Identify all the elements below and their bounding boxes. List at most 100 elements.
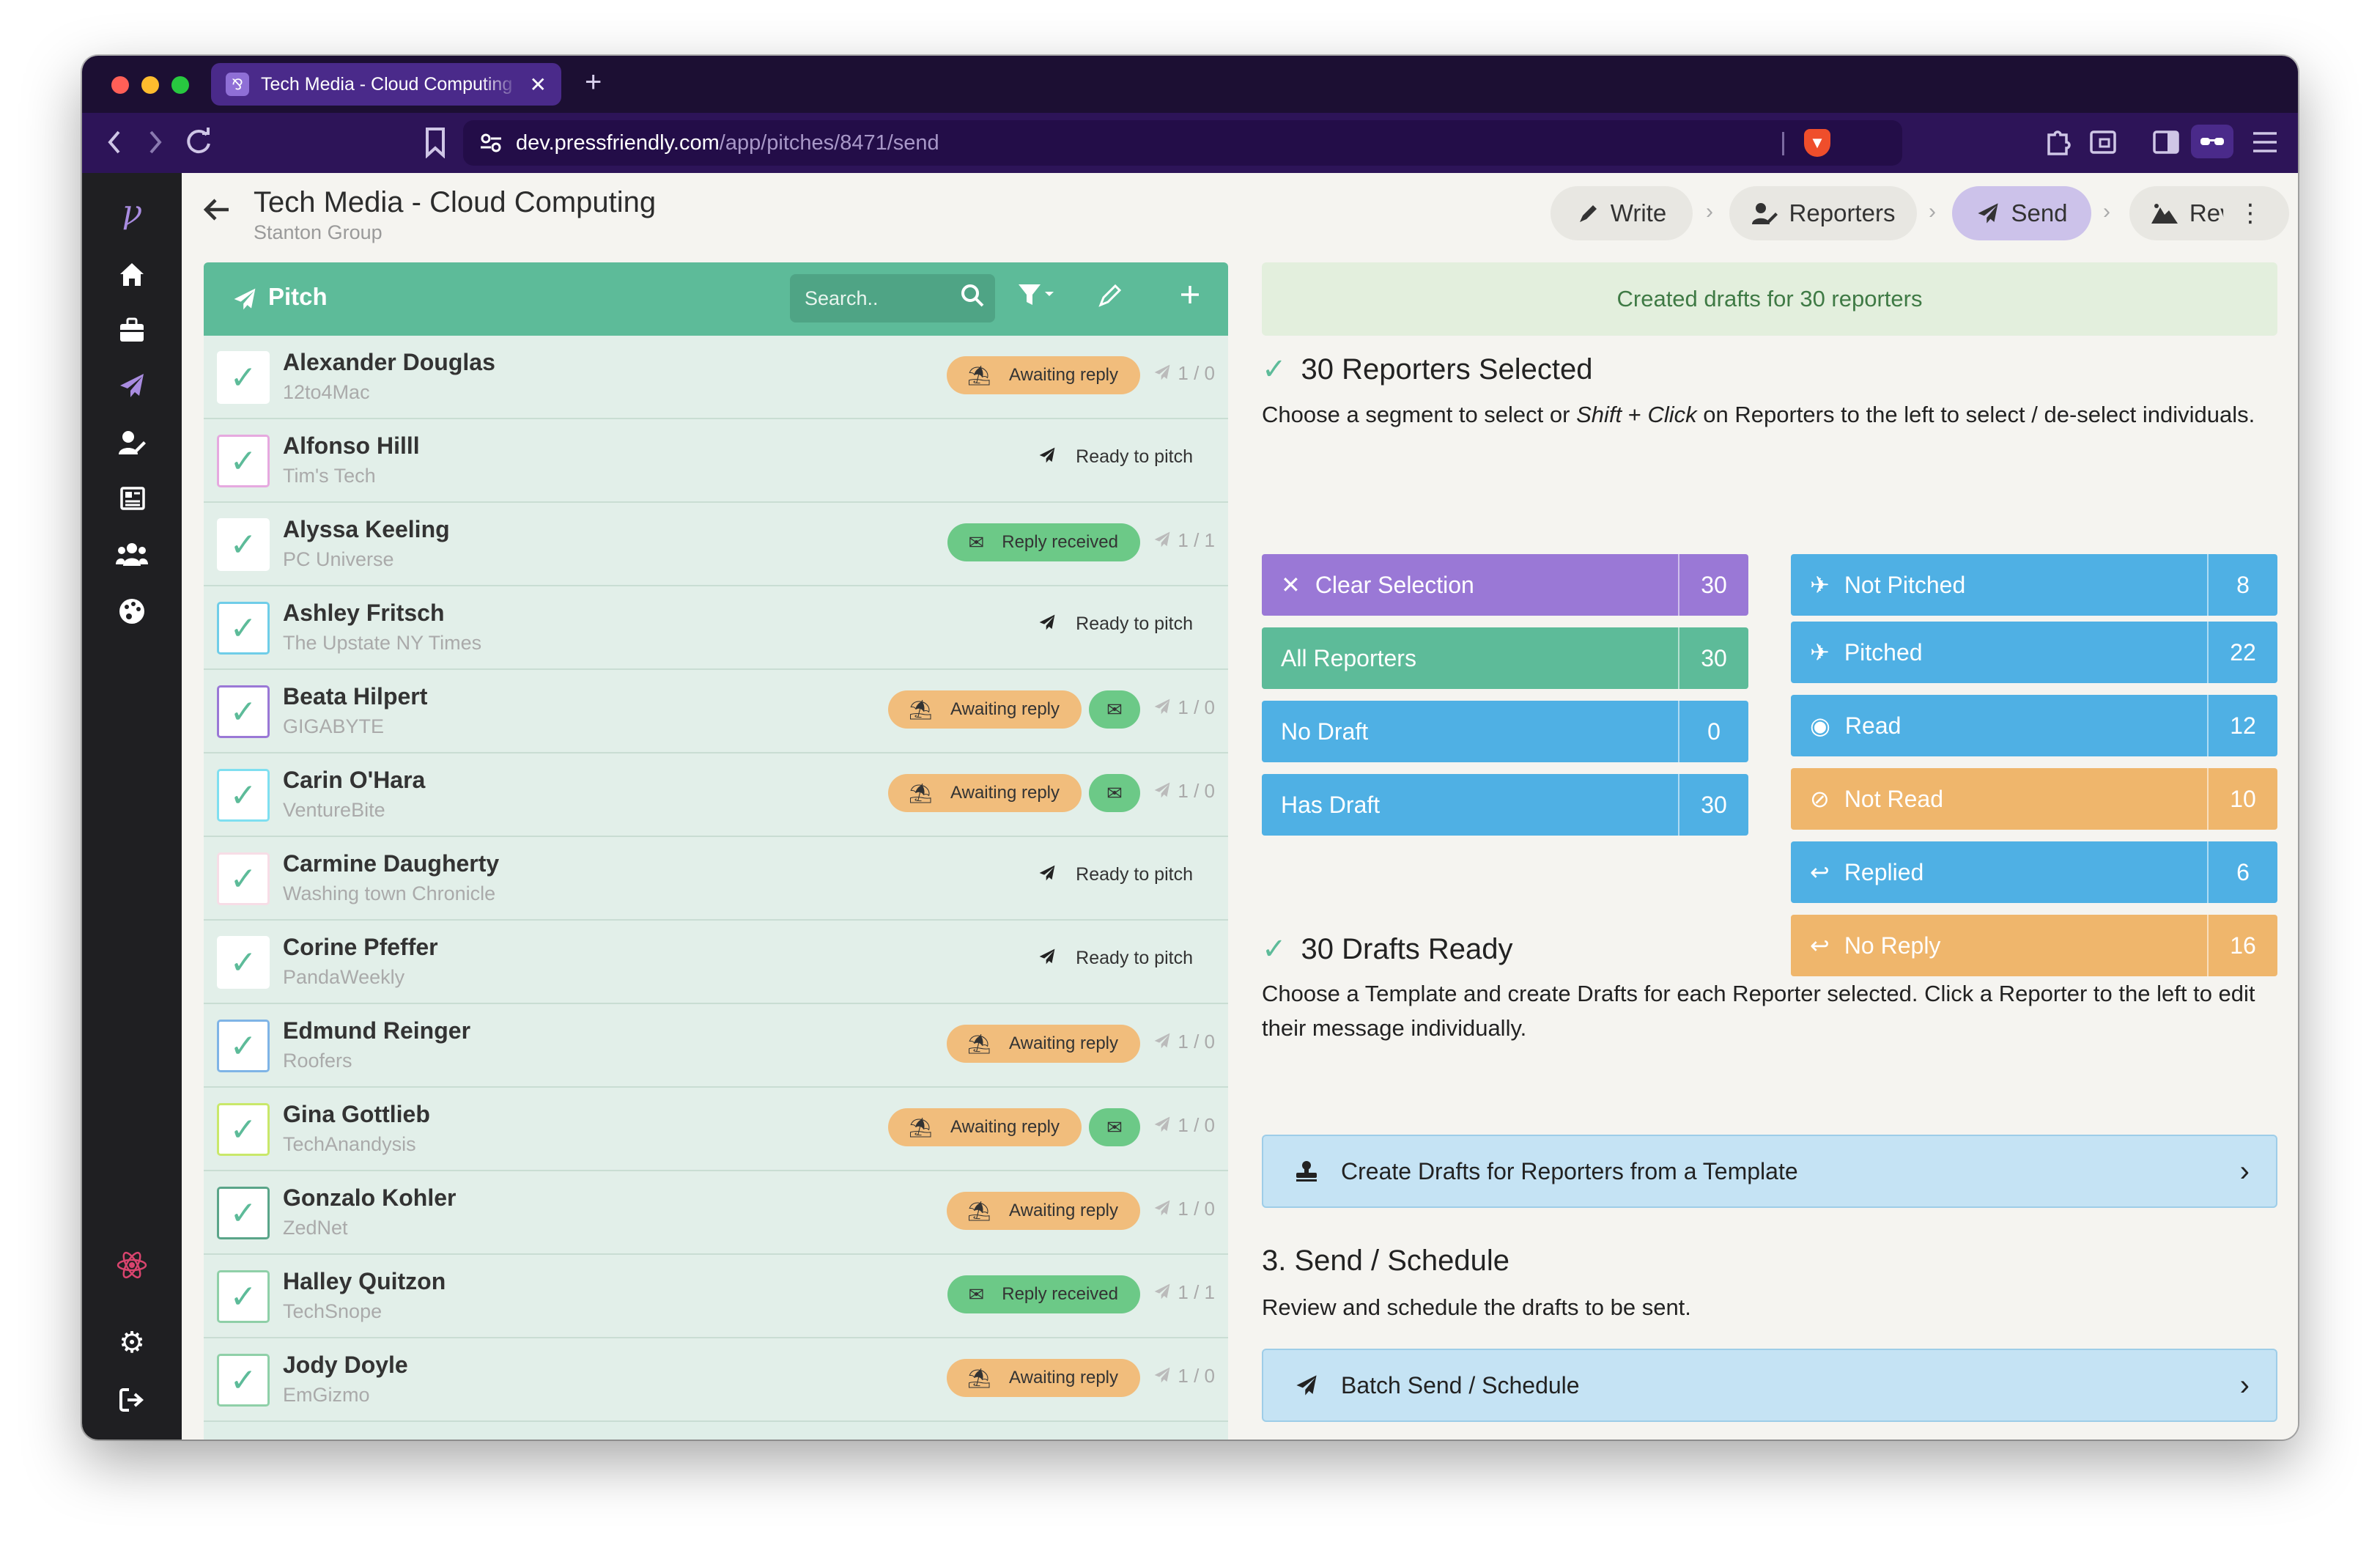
reporter-row[interactable]: ✓ Gina Gottlieb TechAnandysis ⛱ Awaiting rep… bbox=[204, 1088, 1228, 1171]
step-write[interactable]: Write bbox=[1551, 186, 1693, 240]
address-bar[interactable]: dev.pressfriendly.com/app/pitches/8471/s… bbox=[463, 120, 1902, 166]
logout-icon[interactable] bbox=[117, 1385, 147, 1415]
new-tab-button[interactable]: + bbox=[585, 67, 602, 97]
row-checkbox[interactable]: ✓ bbox=[217, 518, 270, 571]
status-text: Awaiting reply bbox=[950, 699, 1060, 719]
row-checkbox[interactable]: ✓ bbox=[217, 1187, 270, 1239]
logo-icon[interactable]: ꝩ bbox=[82, 196, 182, 229]
row-checkbox[interactable]: ✓ bbox=[217, 435, 270, 487]
paper-plane-icon bbox=[1153, 1116, 1172, 1138]
wallet-icon[interactable] bbox=[2088, 128, 2118, 157]
reporter-row[interactable]: ✓ Beata Hilpert GIGABYTE ⛱ Awaiting reply ✉ 1 … bbox=[204, 670, 1228, 753]
search-input[interactable]: Search.. bbox=[790, 274, 995, 322]
tab-close-icon[interactable]: ✕ bbox=[530, 73, 547, 97]
umbrella-beach-icon: ⛱ bbox=[909, 698, 934, 720]
brave-shield-icon[interactable]: ▼ bbox=[1804, 129, 1830, 157]
reporter-row[interactable]: ✓ Carin O'Hara VentureBite ⛱ Awaiting reply ✉… bbox=[204, 753, 1228, 837]
users-icon[interactable] bbox=[116, 539, 148, 569]
kebab-menu-icon[interactable]: ⋮ bbox=[2223, 186, 2277, 240]
segment-all-reporters[interactable]: All Reporters 30 bbox=[1262, 627, 1748, 689]
site-settings-icon[interactable] bbox=[479, 133, 503, 153]
row-checkbox[interactable]: ✓ bbox=[217, 852, 270, 905]
segment-not-read[interactable]: ⊘ Not Read 10 bbox=[1791, 768, 2277, 830]
segment-not-pitched[interactable]: ✈ Not Pitched 8 bbox=[1791, 554, 2277, 616]
row-checkbox[interactable]: ✓ bbox=[217, 1354, 270, 1407]
step-reporters[interactable]: Reporters bbox=[1729, 186, 1917, 240]
row-checkbox[interactable]: ✓ bbox=[217, 769, 270, 822]
pitch-count-text: 1 / 0 bbox=[1178, 1031, 1215, 1053]
segment-label: Not Read bbox=[1844, 785, 1943, 812]
segment-no-reply[interactable]: ↩ No Reply 16 bbox=[1791, 915, 2277, 976]
pen-icon[interactable] bbox=[1098, 281, 1124, 308]
search-icon[interactable] bbox=[960, 283, 985, 308]
selected-text-click: Click bbox=[1647, 402, 1697, 427]
selected-text-shift: Shift bbox=[1576, 402, 1622, 427]
reload-icon[interactable] bbox=[183, 126, 214, 157]
reporter-row[interactable]: ✓ Alyssa Keeling PC Universe ✉ Reply receive… bbox=[204, 503, 1228, 586]
forward-nav-icon[interactable] bbox=[145, 128, 166, 157]
url-text: dev.pressfriendly.com/app/pitches/8471/s… bbox=[516, 131, 939, 155]
segment-clear-selection[interactable]: ✕ Clear Selection 30 bbox=[1262, 554, 1748, 616]
segment-replied[interactable]: ↩ Replied 6 bbox=[1791, 841, 2277, 903]
step-reporters-label: Reporters bbox=[1789, 199, 1896, 226]
maximize-window-button[interactable] bbox=[171, 76, 189, 94]
newspaper-icon[interactable] bbox=[117, 484, 147, 513]
browser-tab[interactable]: ⅋ Tech Media - Cloud Computing ✕ bbox=[211, 63, 561, 106]
row-checkbox[interactable]: ✓ bbox=[217, 1020, 270, 1072]
reporter-row[interactable]: ✓ Gonzalo Kohler ZedNet ⛱ Awaiting reply 1 / … bbox=[204, 1171, 1228, 1255]
bookmark-icon[interactable] bbox=[424, 126, 447, 158]
section-send-heading: 3. Send / Schedule bbox=[1262, 1245, 1510, 1277]
reporter-row[interactable]: ✓ Alexander Douglas 12to4Mac ⛱ Awaiting repl… bbox=[204, 336, 1228, 419]
step-send[interactable]: Send bbox=[1952, 186, 2091, 240]
app-main: Tech Media - Cloud Computing Stanton Gro… bbox=[182, 173, 2298, 1440]
add-icon[interactable] bbox=[1177, 281, 1203, 308]
back-arrow-icon[interactable] bbox=[202, 195, 232, 224]
paper-plane-icon[interactable] bbox=[117, 371, 147, 400]
segment-icon: ↩ bbox=[1810, 859, 1830, 885]
sidebar-toggle-icon[interactable] bbox=[2151, 128, 2181, 157]
reporter-row[interactable]: ✓ Alfonso Hilll Tim's Tech Ready to pitch bbox=[204, 419, 1228, 503]
profile-glasses-icon[interactable] bbox=[2191, 125, 2233, 158]
segment-count: 22 bbox=[2207, 622, 2277, 683]
selected-text-1: Choose a segment to select or bbox=[1262, 402, 1577, 427]
row-checkbox[interactable]: ✓ bbox=[217, 1270, 270, 1323]
pitch-count-text: 1 / 0 bbox=[1178, 1114, 1215, 1136]
row-checkbox[interactable]: ✓ bbox=[217, 351, 270, 404]
pitch-count-text: 1 / 1 bbox=[1178, 529, 1215, 551]
segment-read[interactable]: ◉ Read 12 bbox=[1791, 695, 2277, 756]
paper-plane-icon bbox=[1296, 1375, 1317, 1396]
user-edit-icon[interactable] bbox=[117, 428, 147, 457]
briefcase-icon[interactable] bbox=[117, 315, 147, 344]
window-controls bbox=[111, 76, 189, 94]
segment-no-draft[interactable]: No Draft 0 bbox=[1262, 701, 1748, 762]
paper-plane-icon bbox=[1153, 699, 1172, 720]
create-drafts-button[interactable]: Create Drafts for Reporters from a Templ… bbox=[1262, 1135, 2277, 1208]
back-nav-icon[interactable] bbox=[104, 128, 125, 157]
pitch-count: 1 / 0 bbox=[1153, 1365, 1215, 1390]
reporter-row[interactable]: ✓ Ashley Fritsch The Upstate NY Times Ready… bbox=[204, 586, 1228, 670]
segment-has-draft[interactable]: Has Draft 30 bbox=[1262, 774, 1748, 836]
minimize-window-button[interactable] bbox=[141, 76, 159, 94]
reporter-row[interactable]: ✓ Corine Pfeffer PandaWeekly Ready to pitch bbox=[204, 921, 1228, 1004]
row-checkbox[interactable]: ✓ bbox=[217, 685, 270, 738]
home-icon[interactable] bbox=[117, 259, 147, 289]
filter-icon[interactable] bbox=[1017, 281, 1058, 311]
batch-send-button[interactable]: Batch Send / Schedule › bbox=[1262, 1349, 2277, 1422]
close-window-button[interactable] bbox=[111, 76, 129, 94]
reporter-row[interactable]: ✓ Halley Quitzon TechSnope ✉ Reply received 1… bbox=[204, 1255, 1228, 1338]
reporter-row[interactable]: ✓ Jody Doyle EmGizmo ⛱ Awaiting reply 1 / 0 bbox=[204, 1338, 1228, 1422]
reporter-row[interactable]: ✓ Carmine Daugherty Washing town Chronicle… bbox=[204, 837, 1228, 921]
extensions-icon[interactable] bbox=[2043, 126, 2072, 157]
status-badge: ⛱ Awaiting reply bbox=[888, 1108, 1082, 1146]
reporter-outlet: The Upstate NY Times bbox=[283, 632, 482, 654]
row-checkbox[interactable]: ✓ bbox=[217, 1103, 270, 1156]
segment-pitched[interactable]: ✈ Pitched 22 bbox=[1791, 622, 2277, 683]
row-checkbox[interactable]: ✓ bbox=[217, 602, 270, 655]
page-title: Tech Media - Cloud Computing bbox=[254, 186, 657, 218]
row-checkbox[interactable]: ✓ bbox=[217, 936, 270, 989]
react-icon[interactable] bbox=[116, 1249, 148, 1281]
menu-icon[interactable] bbox=[2251, 129, 2279, 155]
reporter-row[interactable]: ✓ Edmund Reinger Roofers ⛱ Awaiting reply 1 /… bbox=[204, 1004, 1228, 1088]
gear-icon[interactable]: ⚙ bbox=[82, 1328, 182, 1357]
palette-icon[interactable] bbox=[117, 597, 147, 626]
